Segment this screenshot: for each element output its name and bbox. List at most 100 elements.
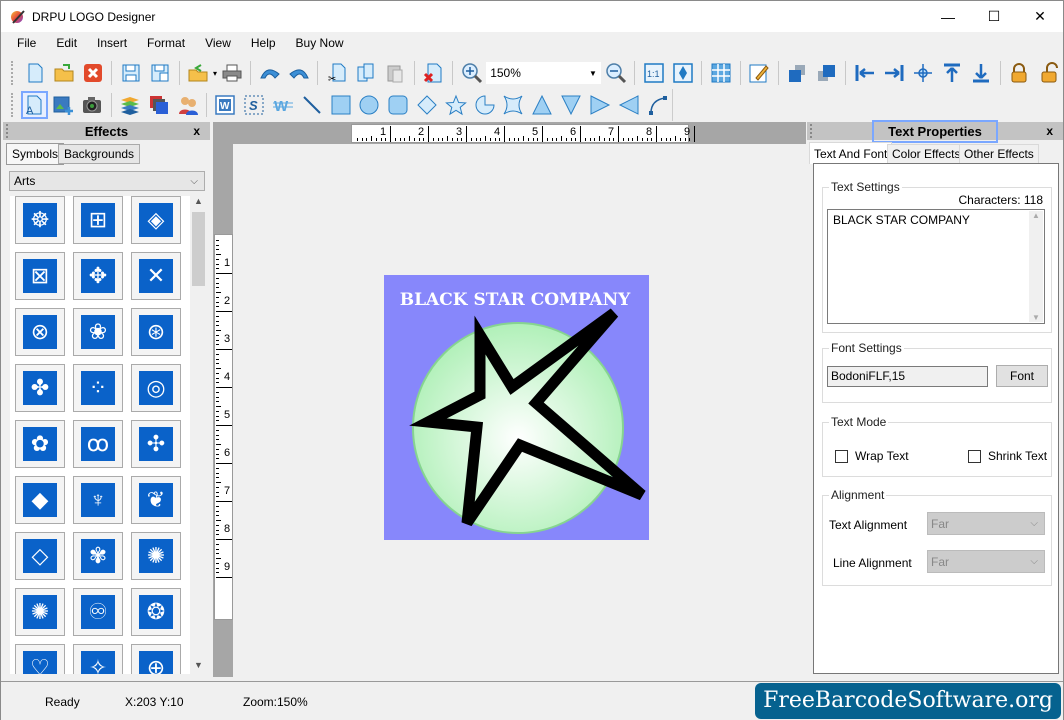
star-tool-button[interactable] (442, 91, 469, 119)
tab-color-effects[interactable]: Color Effects (887, 144, 966, 163)
open-button[interactable] (50, 59, 77, 87)
menu-format[interactable]: Format (137, 32, 195, 55)
edit-button[interactable] (746, 59, 773, 87)
save-as-button[interactable] (147, 59, 174, 87)
camera-button[interactable] (79, 91, 106, 119)
symbol-item[interactable]: ♾ (73, 588, 123, 636)
menu-help[interactable]: Help (241, 32, 286, 55)
align-right-button[interactable] (880, 59, 907, 87)
close-panel-icon[interactable]: x (193, 124, 200, 138)
tab-text-and-font[interactable]: Text And Font (809, 142, 893, 164)
scroll-down-icon[interactable]: ▼ (1029, 313, 1043, 322)
export-dropdown-arrow[interactable]: ▾ (213, 69, 217, 78)
wrap-text-checkbox[interactable]: Wrap Text (835, 449, 909, 463)
symbol-item[interactable]: ◇ (15, 532, 65, 580)
align-left-button[interactable] (851, 59, 878, 87)
menu-edit[interactable]: Edit (46, 32, 87, 55)
copy-button[interactable] (353, 59, 380, 87)
zoom-in-button[interactable] (458, 59, 485, 87)
panel-grip[interactable] (810, 124, 813, 138)
symbol-item[interactable]: ◈ (131, 196, 181, 244)
tab-other-effects[interactable]: Other Effects (959, 144, 1039, 163)
shrink-text-checkbox[interactable]: Shrink Text (968, 449, 1047, 463)
maximize-button[interactable]: ☐ (971, 1, 1017, 32)
scrollbar-thumb[interactable] (192, 212, 205, 286)
insert-image-button[interactable] (50, 91, 77, 119)
symbol-item[interactable]: ✺ (131, 532, 181, 580)
grid-button[interactable] (707, 59, 734, 87)
symbol-item[interactable]: ⊛ (131, 308, 181, 356)
symbol-item[interactable]: ♡ (15, 644, 65, 674)
left-triangle-tool-button[interactable] (615, 91, 642, 119)
cross-star-tool-button[interactable] (500, 91, 527, 119)
actual-size-button[interactable]: 1:1 (640, 59, 667, 87)
menu-insert[interactable]: Insert (87, 32, 137, 55)
symbol-item[interactable]: ⊠ (15, 252, 65, 300)
symbol-item[interactable]: ❂ (131, 588, 181, 636)
close-file-button[interactable] (79, 59, 106, 87)
tab-symbols[interactable]: Symbols (6, 143, 65, 165)
symbol-item[interactable]: ✾ (73, 532, 123, 580)
font-button[interactable]: Font (996, 365, 1048, 387)
symbol-item[interactable]: ◎ (131, 364, 181, 412)
tab-backgrounds[interactable]: Backgrounds (58, 144, 141, 164)
symbol-item[interactable]: ⊞ (73, 196, 123, 244)
print-button[interactable] (218, 59, 245, 87)
lock-button[interactable] (1006, 59, 1033, 87)
ellipse-tool-button[interactable] (356, 91, 383, 119)
symbol-item[interactable]: ✥ (73, 252, 123, 300)
toolbar-grip[interactable] (11, 93, 14, 117)
close-panel-icon[interactable]: x (1046, 124, 1053, 138)
line-tool-button[interactable] (298, 91, 325, 119)
symbol-item[interactable]: ✤ (15, 364, 65, 412)
delete-button[interactable] (420, 59, 447, 87)
word-art-button[interactable]: W (212, 91, 239, 119)
new-button[interactable] (21, 59, 48, 87)
triangle-tool-button[interactable] (529, 91, 556, 119)
align-top-button[interactable] (938, 59, 965, 87)
zoom-level-select[interactable]: 150% ▼ (486, 62, 601, 84)
symbol-item[interactable]: ♆ (73, 476, 123, 524)
send-to-back-button[interactable] (813, 59, 840, 87)
undo-button[interactable] (256, 59, 283, 87)
bring-to-front-button[interactable] (784, 59, 811, 87)
watermark-button[interactable]: W (270, 91, 297, 119)
menu-file[interactable]: File (7, 32, 46, 55)
cut-button[interactable]: ✂ (323, 59, 350, 87)
panel-grip[interactable] (6, 124, 9, 138)
text-tool-button[interactable]: A (20, 91, 48, 119)
symbol-item[interactable]: ✺ (15, 588, 65, 636)
symbol-item[interactable]: ☸ (15, 196, 65, 244)
symbol-category-select[interactable]: Arts ⌵ (9, 171, 205, 191)
arc-tool-button[interactable] (471, 91, 498, 119)
users-button[interactable] (174, 91, 201, 119)
export-button[interactable] (185, 59, 212, 87)
curve-tool-button[interactable] (644, 91, 671, 119)
symbol-item[interactable]: ✣ (131, 420, 181, 468)
diamond-tool-button[interactable] (414, 91, 441, 119)
save-button[interactable] (117, 59, 144, 87)
checkbox-box[interactable] (835, 449, 848, 463)
symbol-item[interactable]: ◆ (15, 476, 65, 524)
signature-button[interactable]: S (241, 91, 268, 119)
symbol-scrollbar[interactable]: ▲ ▼ (190, 196, 207, 674)
align-bottom-button[interactable] (968, 59, 995, 87)
background-button[interactable] (145, 91, 172, 119)
redo-button[interactable] (285, 59, 312, 87)
rectangle-tool-button[interactable] (327, 91, 354, 119)
rounded-rect-tool-button[interactable] (385, 91, 412, 119)
symbol-item[interactable]: ❀ (73, 308, 123, 356)
layers-button[interactable] (117, 91, 144, 119)
logo-design[interactable]: BLACK STAR COMPANY (384, 275, 649, 540)
toolbar-grip[interactable] (11, 61, 14, 85)
checkbox-box[interactable] (968, 449, 981, 463)
symbol-item[interactable]: ✿ (15, 420, 65, 468)
scroll-down-icon[interactable]: ▼ (190, 660, 207, 674)
menu-buy-now[interactable]: Buy Now (286, 32, 354, 55)
right-triangle-tool-button[interactable] (586, 91, 613, 119)
inverted-triangle-tool-button[interactable] (558, 91, 585, 119)
symbol-item[interactable]: ⊗ (15, 308, 65, 356)
menu-view[interactable]: View (195, 32, 241, 55)
close-button[interactable]: ✕ (1017, 1, 1063, 32)
fit-window-button[interactable] (669, 59, 696, 87)
